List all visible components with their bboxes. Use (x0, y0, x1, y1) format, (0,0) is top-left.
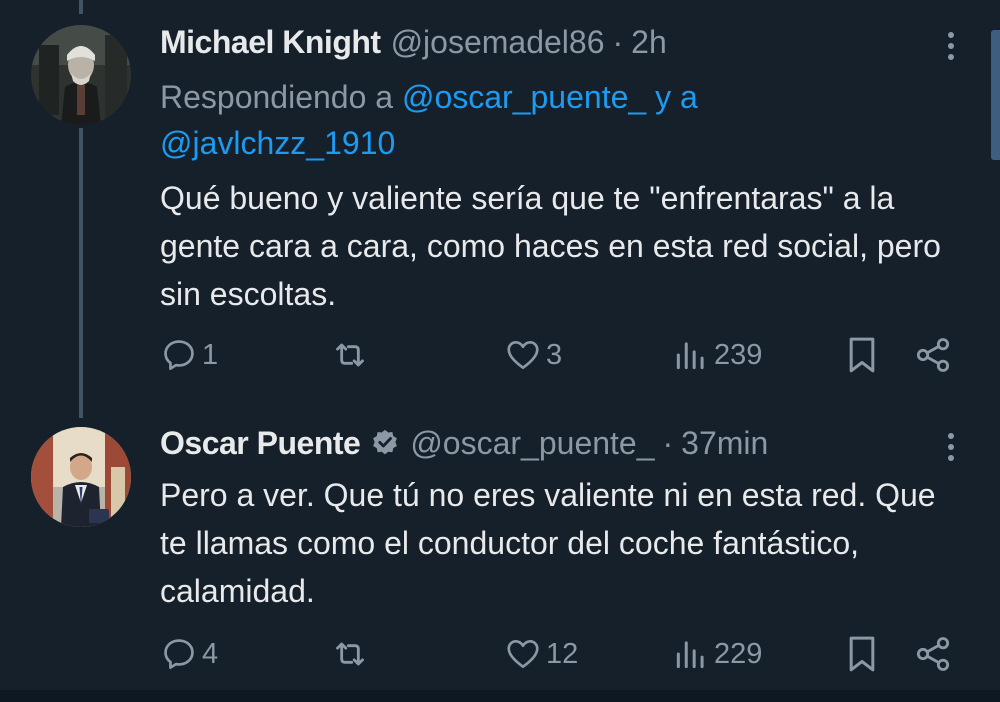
reply-count: 4 (202, 637, 219, 670)
views-button[interactable]: 229 (672, 632, 762, 676)
more-dot-icon (948, 444, 954, 450)
avatar-photo-icon (31, 427, 131, 527)
replying-to-joiner: y a (646, 79, 698, 115)
more-dot-icon (948, 433, 954, 439)
more-dot-icon (948, 32, 954, 38)
heart-icon (507, 340, 539, 370)
retweet-button[interactable] (330, 333, 374, 377)
author-handle[interactable]: @oscar_puente_ (410, 423, 654, 463)
tweet-timestamp[interactable]: 2h (631, 22, 667, 62)
avatar[interactable] (31, 25, 131, 125)
retweet-icon (336, 642, 364, 666)
verified-badge-icon[interactable] (370, 428, 400, 458)
replying-to-line: Respondiendo a @oscar_puente_ y a @javlc… (160, 74, 940, 166)
tweet[interactable]: Michael Knight @josemadel86 · 2h Respond… (0, 0, 1000, 400)
author-name[interactable]: Oscar Puente (160, 423, 361, 463)
like-count: 12 (546, 637, 579, 670)
share-button[interactable] (913, 632, 953, 676)
tweet-actions: 4 12 229 (0, 632, 1000, 676)
reply-button[interactable]: 4 (160, 632, 218, 676)
bookmark-icon (849, 337, 875, 373)
tweet-timestamp[interactable]: 37min (681, 423, 768, 463)
more-dot-icon (948, 54, 954, 60)
separator-dot: · (662, 425, 674, 461)
more-options-button[interactable] (940, 427, 962, 467)
tweet-thread-screen: Michael Knight @josemadel86 · 2h Respond… (0, 0, 1000, 702)
more-options-button[interactable] (940, 26, 962, 66)
heart-icon (507, 639, 539, 669)
like-button[interactable]: 3 (504, 333, 562, 377)
more-dot-icon (948, 43, 954, 49)
share-button[interactable] (913, 333, 953, 377)
bookmark-button[interactable] (845, 632, 879, 676)
mention-link[interactable]: @javlchzz_1910 (160, 125, 395, 161)
retweet-icon (336, 343, 364, 367)
author-name[interactable]: Michael Knight (160, 22, 381, 62)
reply-count: 1 (202, 338, 219, 371)
views-button[interactable]: 239 (672, 333, 762, 377)
bottom-divider (0, 690, 1000, 702)
share-icon (916, 338, 950, 372)
author-handle[interactable]: @josemadel86 (391, 22, 605, 62)
bookmark-button[interactable] (845, 333, 879, 377)
tweet-header: Michael Knight @josemadel86 · 2h (160, 22, 667, 62)
share-icon (916, 637, 950, 671)
reply-icon (164, 639, 194, 669)
mention-link[interactable]: @oscar_puente_ (402, 79, 646, 115)
views-count: 239 (714, 338, 763, 371)
views-chart-icon (676, 342, 704, 370)
separator-dot: · (612, 24, 624, 60)
avatar[interactable] (31, 427, 131, 527)
tweet-header: Oscar Puente @oscar_puente_ · 37min (160, 423, 768, 463)
tweet-text: Pero a ver. Que tú no eres valiente ni e… (160, 477, 936, 609)
avatar-photo-icon (31, 25, 131, 125)
tweet-actions: 1 3 239 (0, 333, 1000, 377)
views-chart-icon (676, 641, 704, 669)
reply-icon (164, 340, 194, 370)
like-count: 3 (546, 338, 563, 371)
tweet[interactable]: Oscar Puente @oscar_puente_ · 37min Pero… (0, 400, 1000, 690)
tweet-text: Qué bueno y valiente sería que te "enfre… (160, 180, 941, 312)
bookmark-icon (849, 636, 875, 672)
more-dot-icon (948, 455, 954, 461)
retweet-button[interactable] (330, 632, 374, 676)
views-count: 229 (714, 637, 763, 670)
reply-button[interactable]: 1 (160, 333, 218, 377)
like-button[interactable]: 12 (504, 632, 578, 676)
replying-to-label: Respondiendo a (160, 79, 402, 115)
